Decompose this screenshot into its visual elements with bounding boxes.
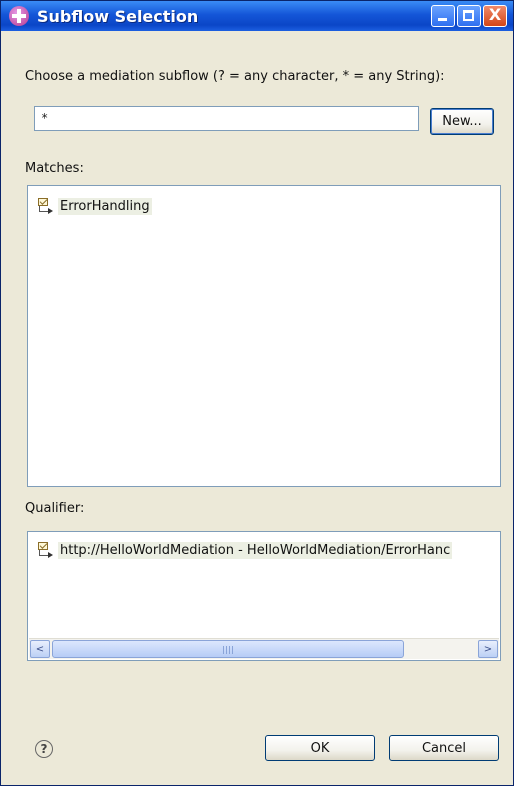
scroll-right-button[interactable]: >: [478, 640, 498, 658]
list-item-label: http://HelloWorldMediation - HelloWorldM…: [58, 541, 453, 559]
window-title: Subflow Selection: [37, 6, 199, 26]
subflow-icon: [36, 197, 56, 215]
list-item-label: ErrorHandling: [58, 197, 152, 215]
scrollbar-thumb[interactable]: [52, 640, 404, 658]
maximize-button[interactable]: [457, 5, 481, 27]
minimize-icon: [438, 18, 447, 21]
close-button[interactable]: X: [483, 5, 507, 27]
list-item[interactable]: http://HelloWorldMediation - HelloWorldM…: [36, 541, 453, 559]
app-icon: [9, 6, 29, 26]
maximize-icon: [463, 10, 474, 21]
grip-icon: [223, 646, 233, 654]
filter-input[interactable]: *: [34, 106, 419, 131]
filter-prompt: Choose a mediation subflow (? = any char…: [25, 69, 445, 84]
qualifier-list[interactable]: http://HelloWorldMediation - HelloWorldM…: [27, 531, 501, 661]
minimize-button[interactable]: [431, 5, 455, 27]
chevron-right-icon: >: [483, 643, 493, 655]
subflow-icon: [36, 541, 56, 559]
qualifier-label: Qualifier:: [25, 501, 85, 516]
new-button[interactable]: New...: [430, 108, 494, 135]
horizontal-scrollbar[interactable]: < >: [29, 638, 499, 659]
title-bar[interactable]: Subflow Selection X: [1, 1, 513, 31]
subflow-selection-dialog: Subflow Selection X Choose a mediation s…: [0, 0, 514, 786]
matches-list[interactable]: ErrorHandling: [27, 185, 501, 487]
window-controls: X: [431, 5, 507, 27]
help-icon[interactable]: ?: [35, 740, 53, 758]
cancel-button[interactable]: Cancel: [389, 735, 499, 761]
scroll-left-button[interactable]: <: [30, 640, 50, 658]
ok-button[interactable]: OK: [265, 735, 375, 761]
list-item[interactable]: ErrorHandling: [36, 197, 152, 215]
close-icon: X: [488, 5, 502, 24]
matches-label: Matches:: [25, 161, 84, 176]
chevron-left-icon: <: [35, 643, 45, 655]
